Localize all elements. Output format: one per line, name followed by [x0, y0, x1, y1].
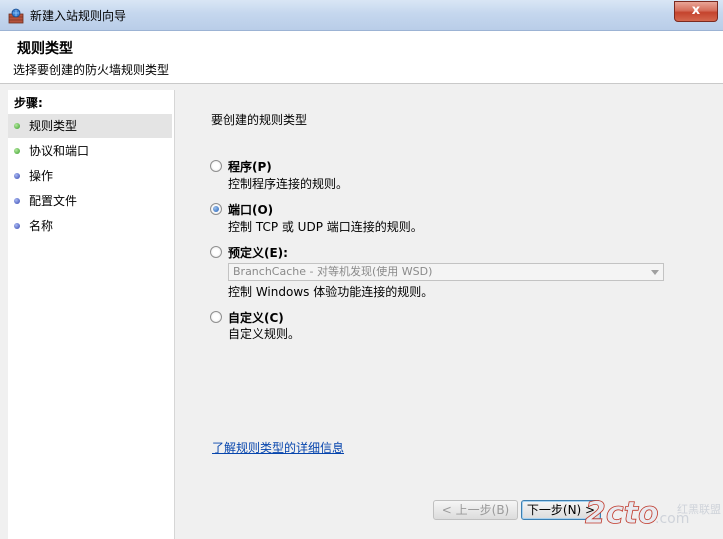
- step-item-rule-type[interactable]: 规则类型: [8, 114, 172, 138]
- step-item-name[interactable]: 名称: [8, 214, 172, 238]
- step-item-profile[interactable]: 配置文件: [8, 189, 172, 213]
- radio-custom[interactable]: [210, 311, 222, 323]
- step-label: 规则类型: [29, 119, 78, 133]
- step-pending-bullet-icon: [14, 173, 20, 179]
- step-done-bullet-icon: [14, 123, 20, 129]
- steps-heading: 步骤:: [14, 96, 43, 110]
- radio-port[interactable]: [210, 203, 222, 215]
- predefined-select-value: BranchCache - 对等机发现(使用 WSD): [233, 265, 433, 278]
- title-bar[interactable]: 新建入站规则向导 x: [0, 0, 723, 31]
- watermark-icon: 2cto .com 红黑联盟: [585, 496, 721, 532]
- option-port-label[interactable]: 端口(O): [228, 201, 273, 218]
- radio-program[interactable]: [210, 160, 222, 172]
- window-title: 新建入站规则向导: [30, 9, 127, 23]
- step-label: 配置文件: [29, 194, 78, 208]
- wizard-window: 新建入站规则向导 x 规则类型 选择要创建的防火墙规则类型 步骤: 规则类型 协…: [0, 0, 723, 539]
- learn-more-link[interactable]: 了解规则类型的详细信息: [212, 439, 344, 456]
- option-custom-label[interactable]: 自定义(C): [228, 309, 284, 326]
- back-button[interactable]: < 上一步(B): [433, 500, 518, 520]
- option-port-desc: 控制 TCP 或 UDP 端口连接的规则。: [228, 220, 423, 234]
- option-predefined-label[interactable]: 预定义(E):: [228, 244, 288, 261]
- option-program-label[interactable]: 程序(P): [228, 158, 272, 175]
- close-button[interactable]: x: [674, 1, 718, 22]
- main-panel: 要创建的规则类型 程序(P) 控制程序连接的规则。 端口(O) 控制 TCP 或…: [176, 90, 723, 539]
- chevron-down-icon: [651, 270, 659, 275]
- step-pending-bullet-icon: [14, 198, 20, 204]
- step-pending-bullet-icon: [14, 223, 20, 229]
- predefined-select[interactable]: BranchCache - 对等机发现(使用 WSD): [228, 263, 664, 281]
- step-item-action[interactable]: 操作: [8, 164, 172, 188]
- option-program-desc: 控制程序连接的规则。: [228, 177, 349, 191]
- watermark-brand-text: 红黑联盟: [677, 503, 721, 516]
- firewall-shield-icon: [8, 8, 24, 24]
- step-done-bullet-icon: [14, 148, 20, 154]
- rule-type-question: 要创建的规则类型: [211, 113, 308, 127]
- step-label: 协议和端口: [29, 144, 90, 158]
- close-icon: x: [691, 3, 701, 18]
- step-label: 名称: [29, 219, 54, 233]
- page-subtitle: 选择要创建的防火墙规则类型: [13, 63, 170, 77]
- step-label: 操作: [29, 169, 54, 183]
- radio-predefined[interactable]: [210, 246, 222, 258]
- step-item-protocol-ports[interactable]: 协议和端口: [8, 139, 172, 163]
- option-custom-desc: 自定义规则。: [228, 327, 301, 341]
- option-predefined-desc: 控制 Windows 体验功能连接的规则。: [228, 285, 434, 299]
- wizard-header: 规则类型 选择要创建的防火墙规则类型: [0, 31, 723, 84]
- page-title: 规则类型: [17, 41, 73, 57]
- watermark-logo-text: 2cto: [585, 496, 659, 531]
- watermark-logo: 2cto .com 红黑联盟: [583, 493, 723, 535]
- steps-sidebar: 步骤: 规则类型 协议和端口 操作 配置文件 名称: [8, 90, 175, 539]
